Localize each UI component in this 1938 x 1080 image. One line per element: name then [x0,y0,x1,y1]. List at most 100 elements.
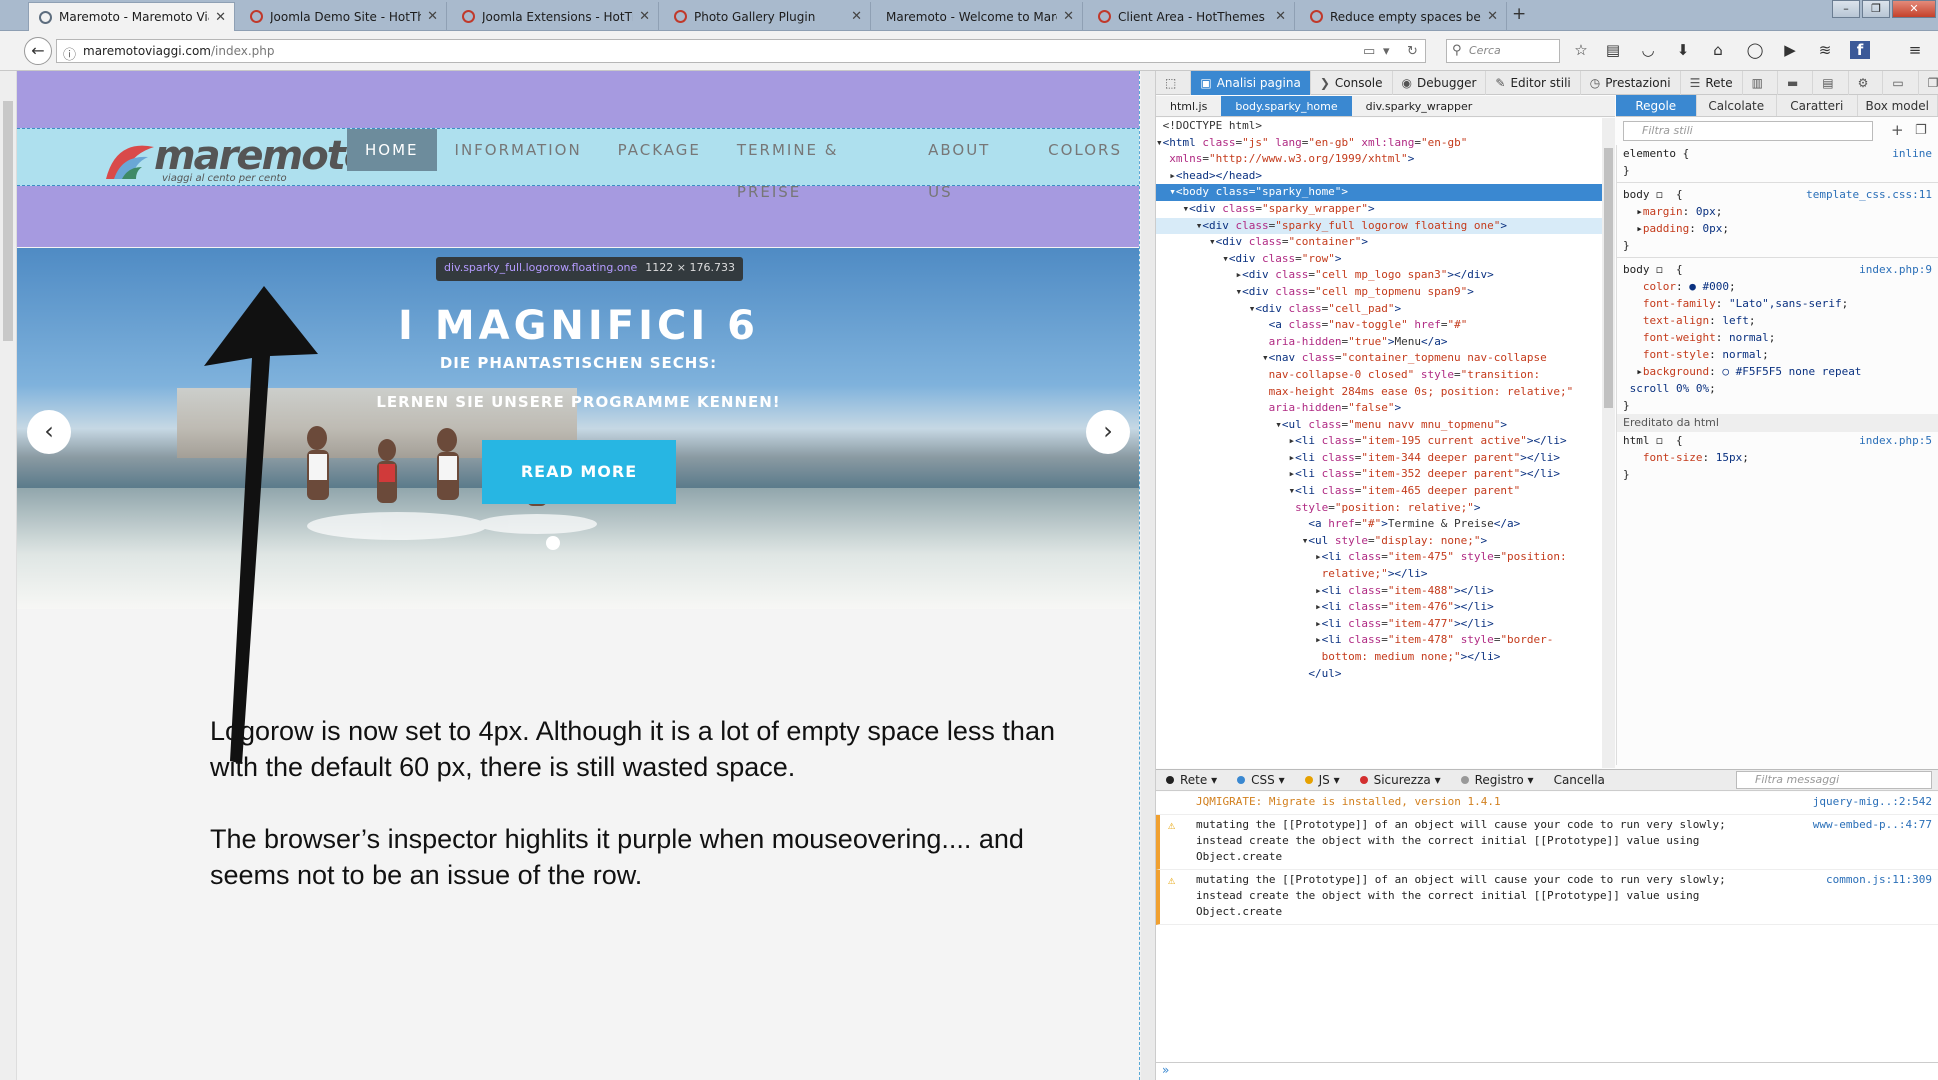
markup-line[interactable]: ▾<div class="cell mp_topmenu span9"> [1156,284,1615,301]
search-input[interactable]: ⚲ Cerca [1446,39,1560,63]
markup-line[interactable]: bottom: medium none;"></li> [1156,649,1615,666]
markup-line-hovered[interactable]: ▾<div class="sparky_full logorow floatin… [1156,217,1615,235]
console-input[interactable]: » [1156,1062,1938,1080]
dock-button[interactable]: ▭ [1883,70,1919,95]
pocket-icon[interactable]: ◡ [1638,41,1658,59]
undock-button[interactable]: ❐ [1919,71,1938,95]
markup-line[interactable]: ▾<div class="cell_pad"> [1156,301,1615,318]
element-picker-button[interactable]: ⬚ [1156,70,1192,95]
breadcrumb-item[interactable]: div.sparky_wrapper [1352,96,1487,116]
slider-prev-button[interactable]: ‹ [27,410,71,454]
new-tab-button[interactable]: + [1512,4,1526,24]
markup-scrollbar[interactable] [1602,118,1615,768]
markup-line[interactable]: style="position: relative;"> [1156,500,1615,517]
menu-icon[interactable]: ≡ [1905,41,1925,59]
read-more-button[interactable]: READ MORE [482,440,676,504]
minimize-button[interactable]: – [1832,0,1860,18]
rss-icon[interactable]: ≋ [1815,41,1835,59]
console-message-source[interactable]: jquery-mig..:2:542 [1813,794,1932,810]
dropdown-icon[interactable]: ▾ [1383,44,1390,59]
markup-line[interactable]: ▸<div class="cell mp_logo span3"></div> [1156,267,1615,284]
tab-style-editor[interactable]: ✎ Editor stili [1486,70,1581,95]
scrollbar-thumb[interactable] [1604,148,1613,408]
close-icon[interactable]: ✕ [427,9,438,24]
page-scrollbar[interactable] [0,71,17,1080]
rule-declaration[interactable]: font-family: "Lato",sans-serif; [1617,295,1938,312]
markup-view[interactable]: <!DOCTYPE html> ▾<html class="js" lang="… [1156,118,1615,768]
markup-line[interactable]: <!DOCTYPE html> [1156,118,1615,135]
menu-item-package[interactable]: PACKAGE [600,129,719,171]
markup-line[interactable]: <a href="#">Termine & Preise</a> [1156,516,1615,533]
facebook-icon[interactable]: f [1850,41,1870,59]
tab-maremoto-welcome[interactable]: Maremoto - Welcome to Mare... ✕ [876,2,1083,31]
bookmark-star-icon[interactable]: ☆ [1571,41,1591,59]
console-filter-js[interactable]: JS ▾ [1295,773,1350,787]
markup-line-selected[interactable]: ▾<body class="sparky_home"> [1156,184,1615,201]
markup-line[interactable]: ▾<li class="item-465 deeper parent" [1156,483,1615,500]
menu-item-colors[interactable]: COLORS [1030,129,1139,171]
reload-icon[interactable]: ↻ [1407,44,1418,59]
filter-styles-input[interactable]: Filtra stili [1623,121,1873,141]
scrollbar-thumb[interactable] [3,101,13,341]
menu-item-information[interactable]: INFORMATION [437,129,600,171]
markup-line[interactable]: ▸<li class="item-352 deeper parent"></li… [1156,466,1615,483]
markup-line[interactable]: max-height 284ms ease 0s; position: rela… [1156,384,1615,401]
rule-declaration[interactable]: font-style: normal; [1617,346,1938,363]
bookmarks-library-icon[interactable]: ▤ [1603,41,1623,59]
console-filter-css[interactable]: CSS ▾ [1227,773,1294,787]
close-icon[interactable]: ✕ [1275,9,1286,24]
tab-fonts[interactable]: Caratteri [1777,95,1858,116]
rule-declaration[interactable]: scroll 0% 0%; [1617,380,1938,397]
rule-declaration[interactable]: font-size: 15px; [1617,449,1938,466]
console-message[interactable]: ⚠ mutating the [[Prototype]] of an object… [1156,870,1938,925]
markup-line[interactable]: ▾<nav class="container_topmenu nav-colla… [1156,350,1615,367]
markup-line[interactable]: ▸<li class="item-488"></li> [1156,583,1615,600]
console-clear-button[interactable]: Cancella [1544,773,1615,787]
tab-joomla-demo[interactable]: Joomla Demo Site - HotTh... ✕ [240,2,447,31]
home-icon[interactable]: ⌂ [1708,41,1728,59]
close-icon[interactable]: ✕ [639,9,650,24]
slider-next-button[interactable]: › [1086,410,1130,454]
menu-item-termine-preise[interactable]: TERMINE & PREISE [719,129,910,201]
markup-line[interactable]: ▾<div class="sparky_wrapper"> [1156,201,1615,218]
rule-declaration[interactable]: ▸padding: 0px; [1617,220,1938,237]
markup-line[interactable]: </ul> [1156,666,1615,683]
rule-selector[interactable]: html ◻ {index.php:5 [1617,432,1938,449]
markup-line[interactable]: ▸<li class="item-477"></li> [1156,616,1615,633]
console-filter-logging[interactable]: Registro ▾ [1451,773,1544,787]
breadcrumb-item[interactable]: body.sparky_home [1221,96,1352,116]
address-bar[interactable]: ⓘ maremotoviaggi.com/index.php ▭ ▾ ↻ [56,39,1426,63]
breadcrumb-item[interactable]: html.js [1156,96,1221,116]
menu-item-home[interactable]: HOME [347,129,437,171]
console-message[interactable]: ⚠ mutating the [[Prototype]] of an object… [1156,815,1938,870]
menu-item-about-us[interactable]: ABOUT US [910,129,1030,201]
tab-reduce-empty-spaces[interactable]: Reduce empty spaces betw... ✕ [1300,2,1507,31]
markup-line[interactable]: ▾<html class="js" lang="en-gb" xml:lang=… [1156,135,1615,152]
tab-joomla-extensions[interactable]: Joomla Extensions - HotTh... ✕ [452,2,659,31]
tab-performance[interactable]: ◷ Prestazioni [1581,70,1681,95]
rule-selector[interactable]: body ◻ {template_css.css:11 [1617,186,1938,203]
slider-dot-active[interactable] [546,536,560,550]
console-message-source[interactable]: www-embed-p..:4:77 [1813,817,1932,833]
reader-view-icon[interactable]: ▭ [1363,44,1375,59]
youtube-icon[interactable]: ▶ [1780,41,1800,59]
markup-line[interactable]: ▾<ul class="menu navv mnu_topmenu"> [1156,417,1615,434]
tab-console[interactable]: ❯ Console [1311,70,1393,95]
markup-line[interactable]: ▸<li class="item-195 current active"></l… [1156,433,1615,450]
markup-line[interactable]: ▾<div class="row"> [1156,251,1615,268]
tab-photo-gallery[interactable]: Photo Gallery Plugin ✕ [664,2,871,31]
markup-line[interactable]: <a class="nav-toggle" href="#" [1156,317,1615,334]
tab-network[interactable]: ☰ Rete [1681,70,1743,95]
rule-selector[interactable]: body ◻ {index.php:9 [1617,261,1938,278]
tab-client-area[interactable]: Client Area - HotThemes ✕ [1088,2,1295,31]
console-message[interactable]: JQMIGRATE: Migrate is installed, version… [1156,792,1938,815]
rule-declaration[interactable]: text-align: left; [1617,312,1938,329]
markup-line[interactable]: xmlns="http://www.w3.org/1999/xhtml"> [1156,151,1615,168]
split-console-button[interactable]: ▬ [1778,70,1814,95]
tab-maremoto[interactable]: Maremoto - Maremoto Viaggi ... ✕ [28,2,235,31]
tab-debugger[interactable]: ◉ Debugger [1393,70,1487,95]
site-identity-icon[interactable]: ⓘ [63,44,76,63]
rule-declaration[interactable]: color: ● #000; [1617,278,1938,295]
tab-box-model[interactable]: Box model [1858,95,1938,116]
site-logo[interactable]: maremoto viaggi al cento per cento [102,133,371,185]
